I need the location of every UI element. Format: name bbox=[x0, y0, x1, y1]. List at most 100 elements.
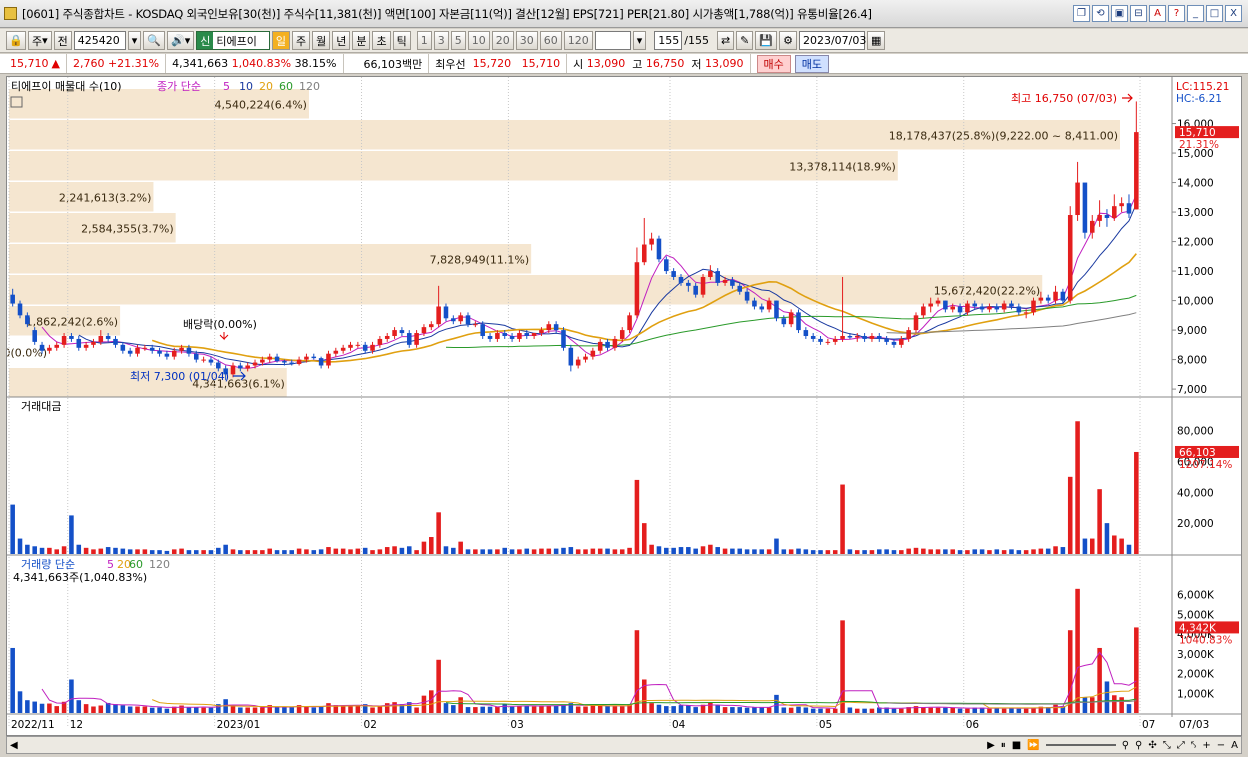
play-icon[interactable]: ▶ bbox=[987, 740, 995, 751]
volume-bar bbox=[818, 708, 823, 713]
tools-icon[interactable]: ✎ bbox=[736, 31, 754, 50]
amount-bar bbox=[39, 547, 45, 554]
tool-icon-1[interactable]: ⚲ bbox=[1122, 740, 1129, 751]
candle-body bbox=[693, 285, 698, 295]
volume-panel-title[interactable]: 거래량 단순 bbox=[21, 558, 75, 571]
date-input[interactable]: 2023/07/03 bbox=[798, 31, 866, 50]
code-dropdown-icon[interactable]: ▾ bbox=[127, 31, 142, 50]
search-icon[interactable]: 🔍 bbox=[143, 31, 166, 50]
refresh-icon[interactable]: ⟲ bbox=[1092, 5, 1109, 22]
calendar-icon[interactable]: ▦ bbox=[866, 31, 886, 50]
period-day[interactable]: 일 bbox=[271, 31, 290, 50]
scroll-left-icon[interactable]: ◀ bbox=[10, 740, 18, 751]
help-icon[interactable]: ? bbox=[1168, 5, 1185, 22]
amount-panel-title[interactable]: 거래대금 bbox=[21, 400, 61, 413]
interval-60[interactable]: 60 bbox=[539, 31, 562, 50]
candle-body bbox=[1001, 303, 1007, 310]
stop-icon[interactable]: ■ bbox=[1012, 740, 1021, 751]
amount-bar bbox=[83, 547, 89, 554]
interval-10[interactable]: 10 bbox=[467, 31, 490, 50]
period-month[interactable]: 월 bbox=[312, 31, 331, 50]
period-minute[interactable]: 분 bbox=[352, 31, 371, 50]
volume-bar bbox=[157, 707, 162, 713]
interval-3[interactable]: 3 bbox=[433, 31, 449, 50]
candle-body bbox=[1031, 300, 1036, 313]
chart-scrollbar[interactable]: ◀ ▶ ⏸ ■ ⏩ ⚲ ⚲ ✣ ⤡ ⤢ ⤣ + − A bbox=[6, 736, 1242, 754]
price-panel-title[interactable]: 티에프이 매물대 수(10) bbox=[11, 80, 122, 93]
candle-body bbox=[612, 338, 618, 348]
amount-y-tick: 20,000 bbox=[1177, 518, 1214, 530]
volume-bar bbox=[847, 707, 853, 713]
maximize-button[interactable]: □ bbox=[1206, 5, 1223, 22]
lock-icon[interactable]: 🔒 bbox=[6, 31, 26, 50]
quote-bid: 15,710 bbox=[521, 57, 561, 70]
candle-body bbox=[891, 341, 897, 345]
volume-bar bbox=[355, 705, 361, 713]
interval-20[interactable]: 20 bbox=[491, 31, 514, 50]
stock-chart[interactable]: 4,341,663(6.1%)0(0.0%)1,862,242(2.6%)15,… bbox=[3, 77, 1241, 735]
interval-custom-input[interactable] bbox=[594, 31, 631, 50]
interval-5[interactable]: 5 bbox=[450, 31, 466, 50]
candle-body bbox=[208, 359, 214, 363]
amount-bar bbox=[296, 548, 302, 554]
tool-icon-6[interactable]: ⤣ bbox=[1191, 740, 1197, 751]
volume-ratio-label: 1040.83% bbox=[1179, 634, 1232, 646]
price-y-tick: 14,000 bbox=[1177, 178, 1214, 190]
all-button[interactable]: 전 bbox=[53, 31, 72, 50]
arrows-icon[interactable]: ⇄ bbox=[716, 31, 735, 50]
chart-area[interactable]: 4,341,663(6.1%) 0(0.0%) 1,862,242(2.6%) 15,… bbox=[3, 76, 1242, 736]
quote-change-cell: 2,760 +21.31% bbox=[67, 54, 167, 73]
minimize-button[interactable]: _ bbox=[1187, 5, 1204, 22]
layout-icon[interactable]: ▣ bbox=[1111, 5, 1128, 22]
amount-bar bbox=[509, 549, 515, 554]
period-tick[interactable]: 틱 bbox=[392, 31, 411, 50]
volume-bar bbox=[17, 691, 23, 713]
candle-body bbox=[1053, 291, 1058, 301]
ma-label[interactable]: 종가 단순 bbox=[157, 80, 201, 93]
period-week[interactable]: 주 bbox=[291, 31, 311, 50]
zoom-out-icon[interactable]: − bbox=[1217, 740, 1225, 751]
dock-icon[interactable]: ⊟ bbox=[1130, 5, 1147, 22]
buy-button[interactable]: 매수 bbox=[756, 54, 791, 73]
tool-icon-2[interactable]: ⚲ bbox=[1135, 740, 1142, 751]
volume-bar bbox=[201, 707, 206, 713]
interval-dropdown-icon[interactable]: ▾ bbox=[632, 31, 647, 50]
volume-bar bbox=[1104, 681, 1110, 713]
stock-name-field[interactable]: 신 티에프이 bbox=[196, 31, 270, 50]
amount-bar bbox=[847, 549, 853, 554]
period-second[interactable]: 초 bbox=[372, 31, 391, 50]
save-icon[interactable]: 💾 bbox=[755, 31, 778, 50]
volume-bar bbox=[1082, 697, 1088, 713]
interval-120[interactable]: 120 bbox=[563, 31, 593, 50]
tool-icon-3[interactable]: ✣ bbox=[1148, 740, 1156, 751]
interval-30[interactable]: 30 bbox=[515, 31, 538, 50]
tool-icon-5[interactable]: ⤢ bbox=[1177, 740, 1185, 751]
code-input[interactable]: 425420 bbox=[73, 31, 126, 50]
fast-forward-icon[interactable]: ⏩ bbox=[1027, 740, 1039, 751]
speaker-icon[interactable]: 🔊▾ bbox=[167, 31, 195, 50]
zoom-in-icon[interactable]: + bbox=[1202, 740, 1210, 751]
sell-button[interactable]: 매도 bbox=[794, 54, 829, 73]
zoom-reset-icon[interactable]: A bbox=[1231, 740, 1238, 751]
volume-bar bbox=[832, 708, 838, 713]
settings-icon[interactable]: ⚙ bbox=[779, 31, 797, 50]
period-year[interactable]: 년 bbox=[332, 31, 351, 50]
tool-icon-4[interactable]: ⤡ bbox=[1163, 740, 1171, 751]
market-select[interactable]: 주 ▾ bbox=[28, 31, 52, 50]
interval-1[interactable]: 1 bbox=[416, 31, 432, 50]
volume-bar bbox=[590, 705, 596, 713]
font-icon[interactable]: A bbox=[1149, 5, 1166, 22]
volume-bar bbox=[965, 708, 970, 713]
link-window-icon[interactable]: ❐ bbox=[1073, 5, 1090, 22]
volume-bar bbox=[774, 694, 779, 713]
close-button[interactable]: X bbox=[1225, 5, 1242, 22]
amount-bar bbox=[458, 541, 463, 554]
volume-bar bbox=[480, 706, 485, 713]
zoom-slider[interactable] bbox=[1045, 744, 1116, 746]
quote-high: 16,750 bbox=[645, 57, 685, 70]
count-input[interactable]: 155 bbox=[654, 31, 683, 50]
current-rate-label: 21.31% bbox=[1179, 139, 1219, 151]
candle-body bbox=[899, 338, 904, 345]
pause-icon[interactable]: ⏸ bbox=[1001, 740, 1006, 751]
candle-body bbox=[774, 300, 779, 319]
